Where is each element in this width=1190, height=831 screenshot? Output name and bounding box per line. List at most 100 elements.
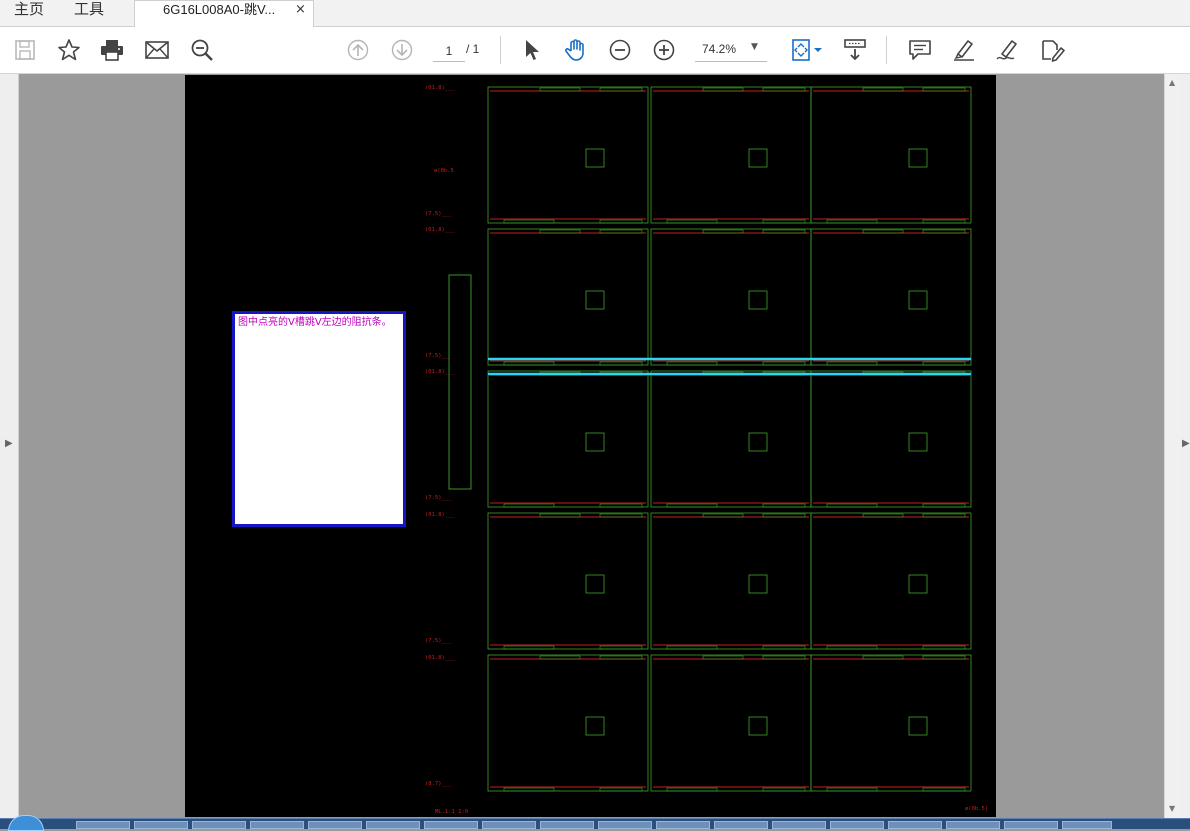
toolbar-divider <box>500 36 501 64</box>
expand-left-panel-icon[interactable]: ▶ <box>5 438 13 449</box>
document-tab-title: 6G16L008A0-跳V... <box>163 2 276 17</box>
fiducial-square <box>908 148 928 168</box>
panel-unit <box>650 654 812 792</box>
panel-slot <box>762 361 806 366</box>
panel-slot <box>922 219 966 224</box>
dimension-label: (01.8)___ <box>425 85 455 91</box>
close-tab-icon[interactable]: × <box>295 1 306 19</box>
bookmark-star-icon[interactable] <box>55 36 83 64</box>
fiducial-square <box>748 432 768 452</box>
email-icon[interactable] <box>143 36 171 64</box>
panel-slot <box>826 645 878 650</box>
fiducial-square <box>748 290 768 310</box>
panel-slot <box>599 503 643 508</box>
dimension-label: (01.8)___ <box>425 227 455 233</box>
fiducial-square <box>585 574 605 594</box>
panel-unit <box>810 512 972 650</box>
vertical-scrollbar[interactable]: ▲ ▼ <box>1164 74 1182 818</box>
scroll-down-icon[interactable]: ▼ <box>1169 804 1175 813</box>
print-icon[interactable] <box>98 36 126 64</box>
panel-slot <box>826 361 878 366</box>
tab-tools[interactable]: 工具 <box>74 0 104 26</box>
start-button[interactable] <box>8 815 44 831</box>
panel-slot <box>922 787 966 792</box>
dimension-label: (01.8)___ <box>425 369 455 375</box>
panel-slot <box>762 787 806 792</box>
dimension-label: (01.8)___ <box>425 512 455 518</box>
hand-icon[interactable] <box>562 36 590 64</box>
panel-unit <box>650 370 812 508</box>
fiducial-square <box>748 148 768 168</box>
zoom-value: 74.2% <box>702 42 737 56</box>
panel-slot <box>666 645 718 650</box>
panel-unit <box>650 228 812 366</box>
panel-slot <box>826 787 878 792</box>
panel-unit <box>650 86 812 224</box>
fiducial-square <box>585 716 605 736</box>
panel-slot <box>762 503 806 508</box>
panel-unit <box>810 228 972 366</box>
fiducial-square <box>908 716 928 736</box>
panel-unit <box>650 512 812 650</box>
toolbar-divider <box>886 36 887 64</box>
dimension-label: (7.5)___ <box>425 211 452 217</box>
panel-unit <box>810 654 972 792</box>
tab-home[interactable]: 主页 <box>14 0 44 26</box>
zoom-in-icon[interactable] <box>650 36 678 64</box>
panel-slot <box>599 219 643 224</box>
fit-page-icon[interactable] <box>787 36 827 64</box>
select-cursor-icon[interactable] <box>518 36 546 64</box>
panel-slot <box>503 361 555 366</box>
panel-unit <box>487 654 649 792</box>
panel-slot <box>762 219 806 224</box>
windows-taskbar <box>0 815 1190 831</box>
edit-icon[interactable] <box>1038 36 1066 64</box>
expand-right-panel-icon[interactable]: ▶ <box>1182 438 1190 449</box>
dimension-label: ø(0b.5) <box>965 806 988 812</box>
scale-label: ML.1:1 1:0 <box>435 809 468 815</box>
panel-slot <box>503 787 555 792</box>
fiducial-square <box>748 574 768 594</box>
panel-slot <box>666 787 718 792</box>
panel-slot <box>826 219 878 224</box>
scroll-mode-icon[interactable] <box>841 36 869 64</box>
dimension-label: (7.5)___ <box>425 638 452 644</box>
dimension-label: (7.5)___ <box>425 353 452 359</box>
left-panel-collapsed[interactable]: ▶ <box>0 74 19 818</box>
zoom-select[interactable]: 74.2% ▼ <box>695 39 767 62</box>
scroll-up-icon[interactable]: ▲ <box>1169 78 1175 87</box>
panel-slot <box>922 645 966 650</box>
pdf-page: (01.8)___ ø(0b.5 (7.5)___ (01.8)___ (7.5)___… <box>185 75 996 817</box>
dimension-label: (01.8)___ <box>425 655 455 661</box>
panel-slot <box>666 219 718 224</box>
panel-unit <box>810 370 972 508</box>
fiducial-square <box>585 432 605 452</box>
fiducial-square <box>908 290 928 310</box>
sticky-note-comment[interactable]: 图中点亮的V槽跳V左边的阻抗条。 <box>232 311 406 527</box>
panel-slot <box>666 503 718 508</box>
right-panel-collapsed[interactable]: ▶ <box>1181 74 1190 818</box>
impedance-coupon <box>448 274 472 490</box>
save-icon[interactable] <box>11 36 39 64</box>
search-zoom-icon[interactable] <box>188 36 216 64</box>
panel-slot <box>922 503 966 508</box>
fiducial-square <box>908 432 928 452</box>
panel-slot <box>503 219 555 224</box>
panel-unit <box>487 512 649 650</box>
tab-document[interactable]: 6G16L008A0-跳V... × <box>134 0 314 27</box>
fiducial-square <box>748 716 768 736</box>
highlight-icon[interactable] <box>950 36 978 64</box>
panel-slot <box>826 503 878 508</box>
page-down-icon[interactable] <box>388 36 416 64</box>
panel-slot <box>503 503 555 508</box>
panel-slot <box>503 645 555 650</box>
panel-unit <box>487 370 649 508</box>
dimension-label: (7.5)___ <box>425 495 452 501</box>
page-number-input[interactable] <box>433 41 465 62</box>
page-up-icon[interactable] <box>344 36 372 64</box>
panel-slot <box>922 361 966 366</box>
comment-icon[interactable] <box>906 36 934 64</box>
chevron-down-icon: ▼ <box>751 42 758 52</box>
zoom-out-icon[interactable] <box>606 36 634 64</box>
sign-icon[interactable] <box>994 36 1022 64</box>
